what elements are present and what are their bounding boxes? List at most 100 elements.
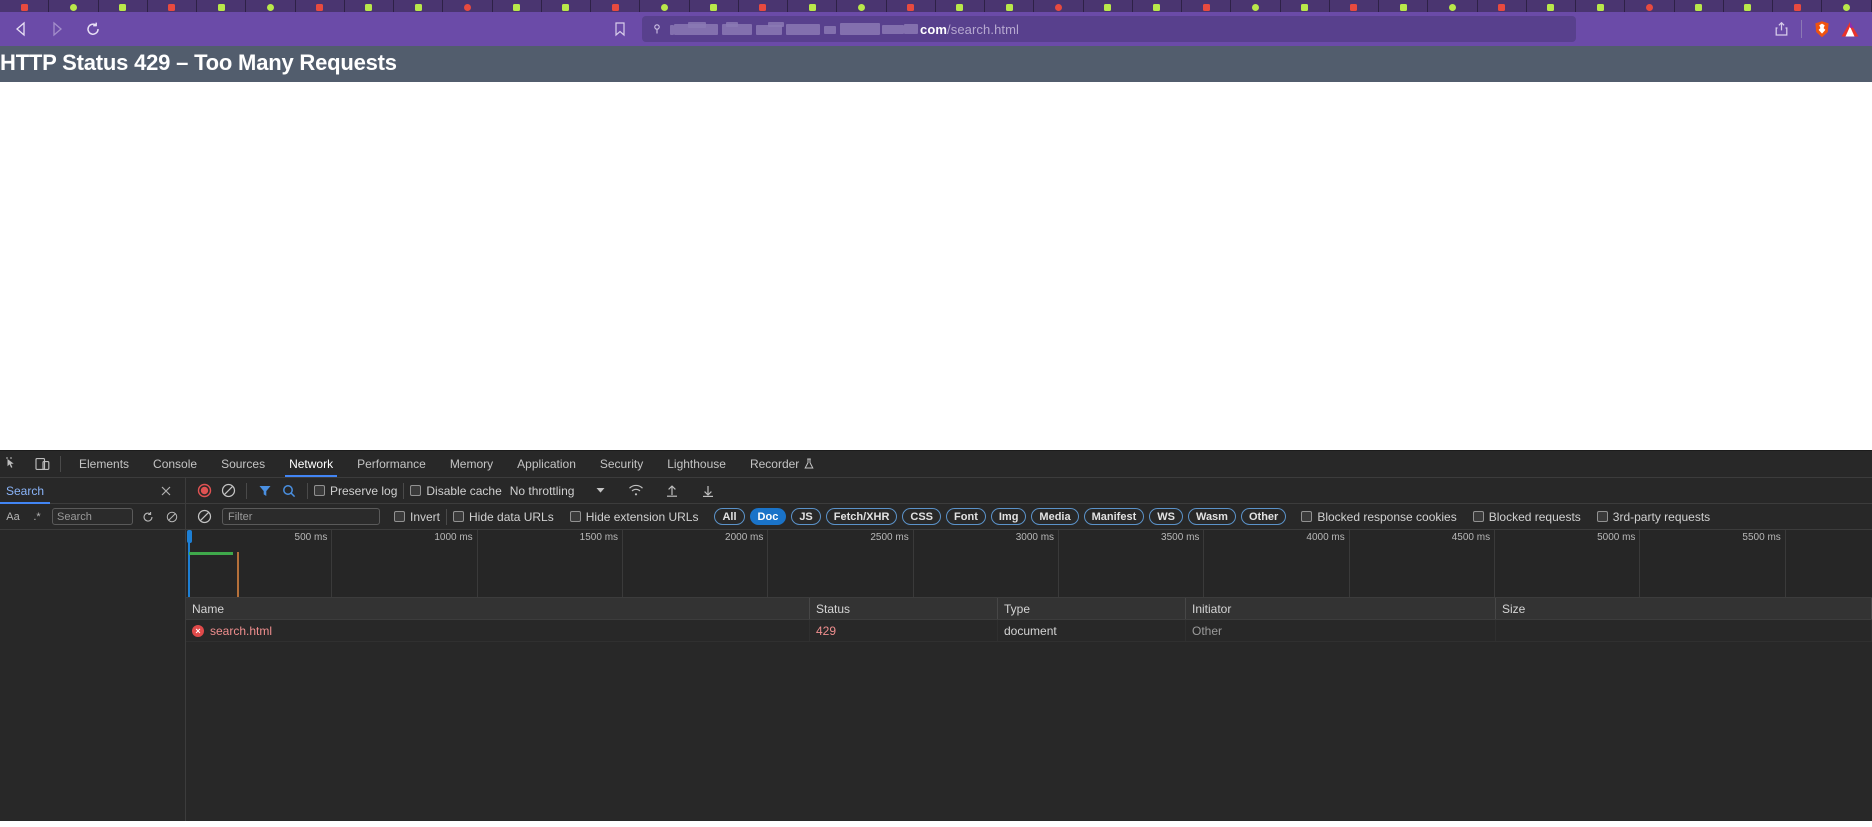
extension-triangle-icon[interactable] bbox=[1836, 16, 1864, 42]
browser-tab[interactable] bbox=[1773, 0, 1822, 12]
chevron-down-icon[interactable] bbox=[588, 481, 612, 501]
clear-requests-icon[interactable] bbox=[216, 481, 240, 501]
browser-tab[interactable] bbox=[493, 0, 542, 12]
browser-tab[interactable] bbox=[690, 0, 739, 12]
browser-tab[interactable] bbox=[1428, 0, 1477, 12]
browser-tab[interactable] bbox=[591, 0, 640, 12]
browser-tab[interactable] bbox=[739, 0, 788, 12]
tab-memory[interactable]: Memory bbox=[438, 451, 505, 477]
device-toolbar-icon[interactable] bbox=[32, 454, 52, 474]
table-row[interactable]: ×search.html429documentOther bbox=[186, 620, 1872, 642]
column-header-name[interactable]: Name bbox=[186, 598, 810, 619]
type-filter-all[interactable]: All bbox=[714, 508, 744, 525]
browser-tab[interactable] bbox=[197, 0, 246, 12]
cell-name[interactable]: ×search.html bbox=[186, 620, 810, 641]
tab-console[interactable]: Console bbox=[141, 451, 209, 477]
third-party-requests-checkbox[interactable]: 3rd-party requests bbox=[1597, 510, 1710, 524]
type-filter-media[interactable]: Media bbox=[1031, 508, 1078, 525]
browser-tab[interactable] bbox=[1133, 0, 1182, 12]
browser-tab[interactable] bbox=[1478, 0, 1527, 12]
type-filter-fetch-xhr[interactable]: Fetch/XHR bbox=[826, 508, 898, 525]
tab-sources[interactable]: Sources bbox=[209, 451, 277, 477]
refresh-icon[interactable] bbox=[139, 508, 157, 526]
browser-tab[interactable] bbox=[1675, 0, 1724, 12]
browser-tab[interactable] bbox=[49, 0, 98, 12]
browser-tab[interactable] bbox=[148, 0, 197, 12]
browser-tab[interactable] bbox=[985, 0, 1034, 12]
type-filter-other[interactable]: Other bbox=[1241, 508, 1286, 525]
browser-tab[interactable] bbox=[1034, 0, 1083, 12]
browser-tab[interactable] bbox=[1822, 0, 1871, 12]
browser-tab[interactable] bbox=[1330, 0, 1379, 12]
browser-tab[interactable] bbox=[887, 0, 936, 12]
browser-tab[interactable] bbox=[1625, 0, 1674, 12]
hide-data-urls-checkbox[interactable]: Hide data URLs bbox=[453, 510, 554, 524]
browser-tab[interactable] bbox=[1527, 0, 1576, 12]
search-icon[interactable] bbox=[277, 481, 301, 501]
type-filter-img[interactable]: Img bbox=[991, 508, 1027, 525]
type-filter-doc[interactable]: Doc bbox=[750, 508, 787, 525]
browser-tab[interactable] bbox=[1231, 0, 1280, 12]
type-filter-font[interactable]: Font bbox=[946, 508, 986, 525]
invert-checkbox[interactable]: Invert bbox=[394, 510, 440, 524]
tab-recorder[interactable]: Recorder bbox=[738, 451, 826, 477]
bookmark-icon[interactable] bbox=[609, 18, 631, 40]
regex-button[interactable]: .* bbox=[28, 508, 46, 526]
inspect-element-icon[interactable] bbox=[2, 454, 22, 474]
type-filter-js[interactable]: JS bbox=[791, 508, 820, 525]
column-header-size[interactable]: Size bbox=[1496, 598, 1872, 619]
hide-extension-urls-checkbox[interactable]: Hide extension URLs bbox=[570, 510, 699, 524]
share-upload-icon[interactable] bbox=[1767, 16, 1795, 42]
forward-arrow-icon[interactable] bbox=[46, 18, 68, 40]
brave-shields-icon[interactable] bbox=[1808, 16, 1836, 42]
search-input[interactable] bbox=[52, 508, 133, 525]
record-stop-icon[interactable] bbox=[192, 481, 216, 501]
clear-icon[interactable] bbox=[163, 508, 181, 526]
browser-tab[interactable] bbox=[1379, 0, 1428, 12]
type-filter-manifest[interactable]: Manifest bbox=[1084, 508, 1145, 525]
browser-tab[interactable] bbox=[0, 0, 49, 12]
browser-tab[interactable] bbox=[443, 0, 492, 12]
reload-icon[interactable] bbox=[82, 18, 104, 40]
site-info-icon[interactable] bbox=[650, 20, 664, 38]
column-header-initiator[interactable]: Initiator bbox=[1186, 598, 1496, 619]
browser-tab[interactable] bbox=[936, 0, 985, 12]
network-overview-timeline[interactable]: 500 ms1000 ms1500 ms2000 ms2500 ms3000 m… bbox=[186, 530, 1872, 598]
browser-tab[interactable] bbox=[1724, 0, 1773, 12]
clear-filter-icon[interactable] bbox=[192, 507, 216, 527]
type-filter-wasm[interactable]: Wasm bbox=[1188, 508, 1236, 525]
browser-tab[interactable] bbox=[99, 0, 148, 12]
tab-security[interactable]: Security bbox=[588, 451, 655, 477]
browser-tab[interactable] bbox=[1084, 0, 1133, 12]
browser-tab[interactable] bbox=[542, 0, 591, 12]
browser-tab[interactable] bbox=[1281, 0, 1330, 12]
filter-funnel-icon[interactable] bbox=[253, 481, 277, 501]
tab-application[interactable]: Application bbox=[505, 451, 588, 477]
tab-elements[interactable]: Elements bbox=[67, 451, 141, 477]
disable-cache-checkbox[interactable]: Disable cache bbox=[410, 484, 501, 498]
browser-tab[interactable] bbox=[640, 0, 689, 12]
tab-performance[interactable]: Performance bbox=[345, 451, 438, 477]
search-drawer-tab[interactable]: Search bbox=[0, 478, 50, 503]
preserve-log-checkbox[interactable]: Preserve log bbox=[314, 484, 397, 498]
browser-tab[interactable] bbox=[296, 0, 345, 12]
tab-network[interactable]: Network bbox=[277, 451, 345, 477]
type-filter-ws[interactable]: WS bbox=[1149, 508, 1183, 525]
browser-tab[interactable] bbox=[1576, 0, 1625, 12]
browser-tab[interactable] bbox=[1182, 0, 1231, 12]
column-header-type[interactable]: Type bbox=[998, 598, 1186, 619]
match-case-button[interactable]: Aa bbox=[4, 508, 22, 526]
blocked-response-cookies-checkbox[interactable]: Blocked response cookies bbox=[1301, 510, 1456, 524]
filter-input[interactable] bbox=[222, 508, 380, 525]
browser-tab[interactable] bbox=[345, 0, 394, 12]
import-har-icon[interactable] bbox=[660, 481, 684, 501]
tab-strip[interactable] bbox=[0, 0, 1872, 12]
network-conditions-icon[interactable] bbox=[624, 481, 648, 501]
back-arrow-icon[interactable] bbox=[10, 18, 32, 40]
browser-tab[interactable] bbox=[837, 0, 886, 12]
browser-tab[interactable] bbox=[788, 0, 837, 12]
address-bar[interactable]: com/search.html bbox=[642, 16, 1576, 42]
blocked-requests-checkbox[interactable]: Blocked requests bbox=[1473, 510, 1581, 524]
overview-canvas[interactable]: 500 ms1000 ms1500 ms2000 ms2500 ms3000 m… bbox=[186, 530, 1872, 597]
type-filter-css[interactable]: CSS bbox=[902, 508, 941, 525]
